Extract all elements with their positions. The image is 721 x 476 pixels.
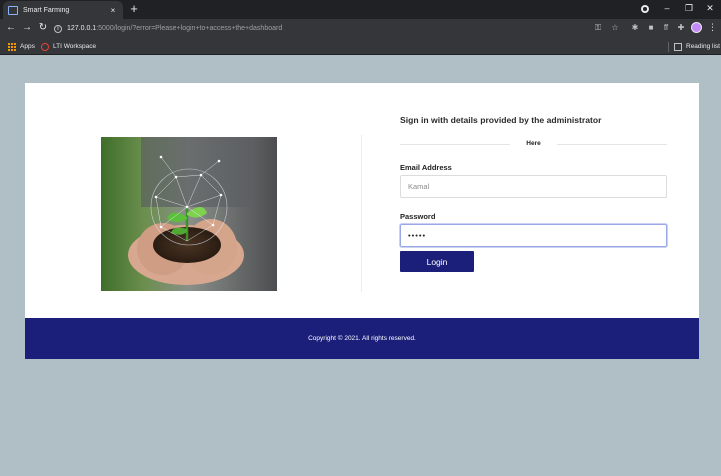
key-icon[interactable]: ⚿ bbox=[593, 23, 603, 33]
lti-logo-icon bbox=[41, 42, 49, 51]
extension-text-icon[interactable]: ff bbox=[661, 23, 671, 33]
vertical-divider bbox=[361, 135, 362, 292]
reading-list-icon bbox=[674, 42, 682, 51]
menu-icon[interactable]: ⋮ bbox=[708, 21, 717, 34]
bookmark-lti-label: LTI Workspace bbox=[53, 43, 97, 50]
minimize-icon[interactable]: – bbox=[661, 3, 673, 13]
restore-icon[interactable]: ❐ bbox=[683, 3, 695, 14]
password-field[interactable]: ••••• bbox=[400, 224, 667, 247]
forward-arrow-icon[interactable]: → bbox=[21, 22, 33, 34]
browser-toolbar: ← → ↻ i 127.0.0.1 :5000/login/?error=Ple… bbox=[0, 19, 721, 38]
apps-grid-icon bbox=[8, 42, 16, 51]
close-tab-icon[interactable]: × bbox=[108, 6, 118, 15]
address-bar[interactable]: i 127.0.0.1 :5000/login/?error=Please+lo… bbox=[54, 22, 629, 35]
login-heading: Sign in with details provided by the adm… bbox=[400, 115, 602, 125]
password-label: Password bbox=[400, 212, 436, 221]
plant-in-hands-image bbox=[101, 137, 277, 291]
profile-indicator-icon[interactable] bbox=[641, 5, 649, 13]
reading-list-label: Reading list bbox=[686, 43, 720, 50]
bookmark-apps-label: Apps bbox=[20, 43, 35, 50]
password-field-value: ••••• bbox=[408, 231, 427, 240]
browser-tab[interactable]: Smart Farming × bbox=[3, 1, 123, 19]
page-favicon-icon bbox=[8, 5, 18, 15]
back-arrow-icon[interactable]: ← bbox=[5, 22, 17, 34]
divider-line-right bbox=[557, 144, 667, 145]
plant-image-illustration bbox=[101, 137, 277, 291]
bookmark-lti-workspace[interactable]: LTI Workspace bbox=[41, 41, 96, 52]
extension-icon[interactable]: ✱ bbox=[630, 23, 640, 33]
url-host: 127.0.0.1 bbox=[67, 25, 97, 32]
copyright-text: Copyright © 2021. All rights reserved. bbox=[308, 335, 416, 342]
profile-icon[interactable] bbox=[691, 22, 702, 33]
bookmark-divider bbox=[668, 42, 669, 52]
reading-list-button[interactable]: Reading list bbox=[674, 41, 720, 52]
reload-icon[interactable]: ↻ bbox=[37, 22, 49, 34]
bookmarks-bar: Apps LTI Workspace Reading list bbox=[0, 38, 721, 55]
extension-blue-icon[interactable]: ■ bbox=[646, 23, 656, 33]
info-icon[interactable]: i bbox=[54, 24, 62, 33]
email-label: Email Address bbox=[400, 163, 452, 172]
browser-tab-bar: Smart Farming × + – ❐ ✕ bbox=[0, 0, 721, 19]
close-window-icon[interactable]: ✕ bbox=[704, 3, 716, 14]
tab-title: Smart Farming bbox=[23, 6, 70, 14]
star-icon[interactable]: ☆ bbox=[610, 23, 620, 33]
email-field[interactable]: Kamal bbox=[400, 175, 667, 198]
footer-bar: Copyright © 2021. All rights reserved. bbox=[25, 318, 699, 359]
new-tab-button[interactable]: + bbox=[128, 2, 140, 16]
here-divider: Here bbox=[400, 139, 667, 149]
puzzle-icon[interactable]: ✚ bbox=[676, 23, 686, 33]
bookmark-apps[interactable]: Apps bbox=[8, 41, 35, 52]
email-field-value: Kamal bbox=[408, 182, 430, 191]
url-path: :5000/login/?error=Please+login+to+acces… bbox=[96, 25, 283, 32]
login-button[interactable]: Login bbox=[400, 251, 474, 272]
